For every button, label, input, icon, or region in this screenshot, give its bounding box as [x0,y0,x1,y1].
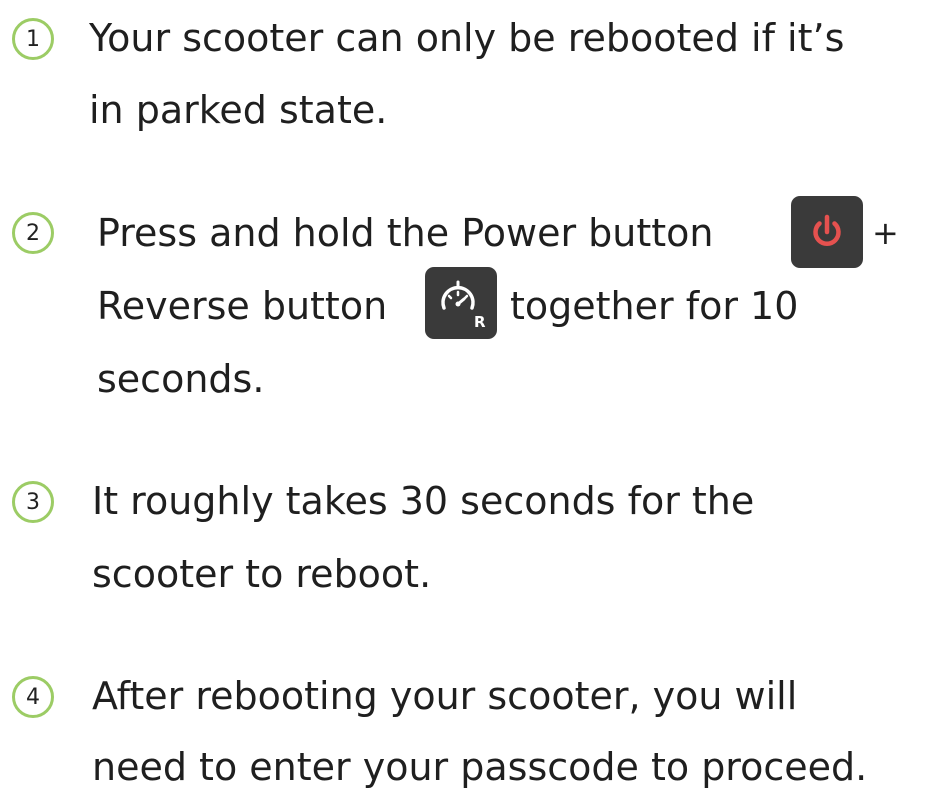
step-3-line-2: scooter to reboot. [92,552,432,596]
step-1-line-2: in parked state. [89,88,388,132]
speedometer-reverse-icon: R [441,280,486,331]
step-number: 4 [26,684,40,710]
step-number: 1 [26,26,40,52]
plus-sign: + [872,214,899,252]
step-1-line-1: Your scooter can only be rebooted if it’… [89,16,845,60]
reverse-button-icon: R [425,267,497,339]
step-number-badge: 4 [12,676,54,718]
step-number-badge: 3 [12,481,54,523]
step-number: 2 [26,220,40,246]
step-4-line-2: need to enter your passcode to proceed. [92,745,868,789]
power-icon [813,214,841,246]
step-2-line-2-after: together for 10 [510,284,799,328]
power-button-icon [791,196,863,268]
step-2-line-2-before: Reverse button [97,284,388,328]
step-number-badge: 2 [12,212,54,254]
step-2-line-3: seconds. [97,357,265,401]
step-number-badge: 1 [12,18,54,60]
step-3-line-1: It roughly takes 30 seconds for the [92,479,755,523]
reverse-letter: R [474,313,486,331]
step-number: 3 [26,489,40,515]
step-2-line-1: Press and hold the Power button [97,211,714,255]
step-4-line-1: After rebooting your scooter, you will [92,674,798,718]
